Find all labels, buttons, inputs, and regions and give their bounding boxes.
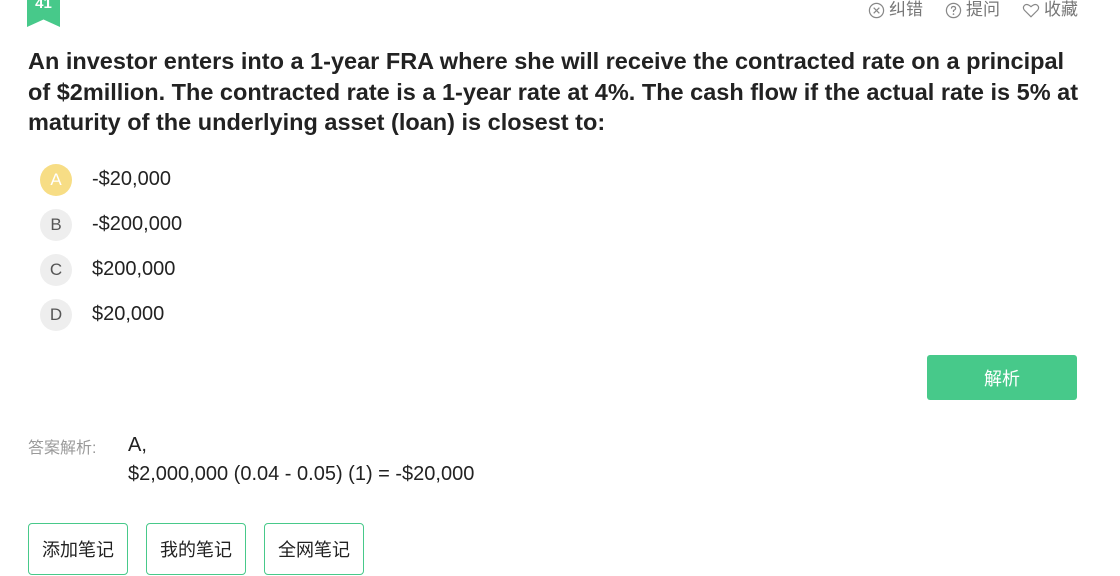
favorite-label: 收藏 xyxy=(1044,0,1078,19)
option-c[interactable]: C $200,000 xyxy=(40,247,182,292)
option-a[interactable]: A -$20,000 xyxy=(40,157,182,202)
option-text: $20,000 xyxy=(92,303,165,325)
my-notes-button[interactable]: 我的笔记 xyxy=(146,523,246,575)
option-letter: D xyxy=(40,298,72,331)
answer-explanation: A, $2,000,000 (0.04 - 0.05) (1) = -$20,0… xyxy=(128,431,474,489)
option-letter: B xyxy=(40,208,72,241)
answer-calculation: $2,000,000 (0.04 - 0.05) (1) = -$20,000 xyxy=(128,463,475,485)
option-b[interactable]: B -$200,000 xyxy=(40,202,182,247)
option-text: $200,000 xyxy=(92,258,176,280)
all-notes-button[interactable]: 全网笔记 xyxy=(264,523,364,575)
favorite-button[interactable]: 收藏 xyxy=(1022,0,1078,20)
ask-label: 提问 xyxy=(966,0,1000,19)
report-error-label: 纠错 xyxy=(889,0,923,19)
option-letter: C xyxy=(40,253,72,286)
question-bubble-icon xyxy=(945,2,962,18)
close-circle-icon xyxy=(868,2,885,18)
option-d[interactable]: D $20,000 xyxy=(40,292,182,337)
notes-toolbar: 添加笔记 我的笔记 全网笔记 xyxy=(28,523,364,575)
question-actions: 纠错 提问 收藏 xyxy=(868,0,1078,20)
answer-options: A -$20,000 B -$200,000 C $200,000 D $20,… xyxy=(40,157,182,337)
answer-explanation-label: 答案解析: xyxy=(28,440,97,457)
analysis-button[interactable]: 解析 xyxy=(927,355,1077,400)
option-text: -$200,000 xyxy=(92,213,183,235)
question-text: An investor enters into a 1-year FRA whe… xyxy=(28,48,1079,135)
ask-question-button[interactable]: 提问 xyxy=(945,0,1000,20)
answer-choice: A, xyxy=(128,434,147,456)
question-number-badge: 41 xyxy=(27,0,60,27)
option-text: -$20,000 xyxy=(92,168,171,190)
question-number: 41 xyxy=(35,0,52,12)
report-error-button[interactable]: 纠错 xyxy=(868,0,923,20)
option-letter: A xyxy=(40,163,72,196)
add-note-button[interactable]: 添加笔记 xyxy=(28,523,128,575)
heart-icon xyxy=(1022,3,1040,18)
